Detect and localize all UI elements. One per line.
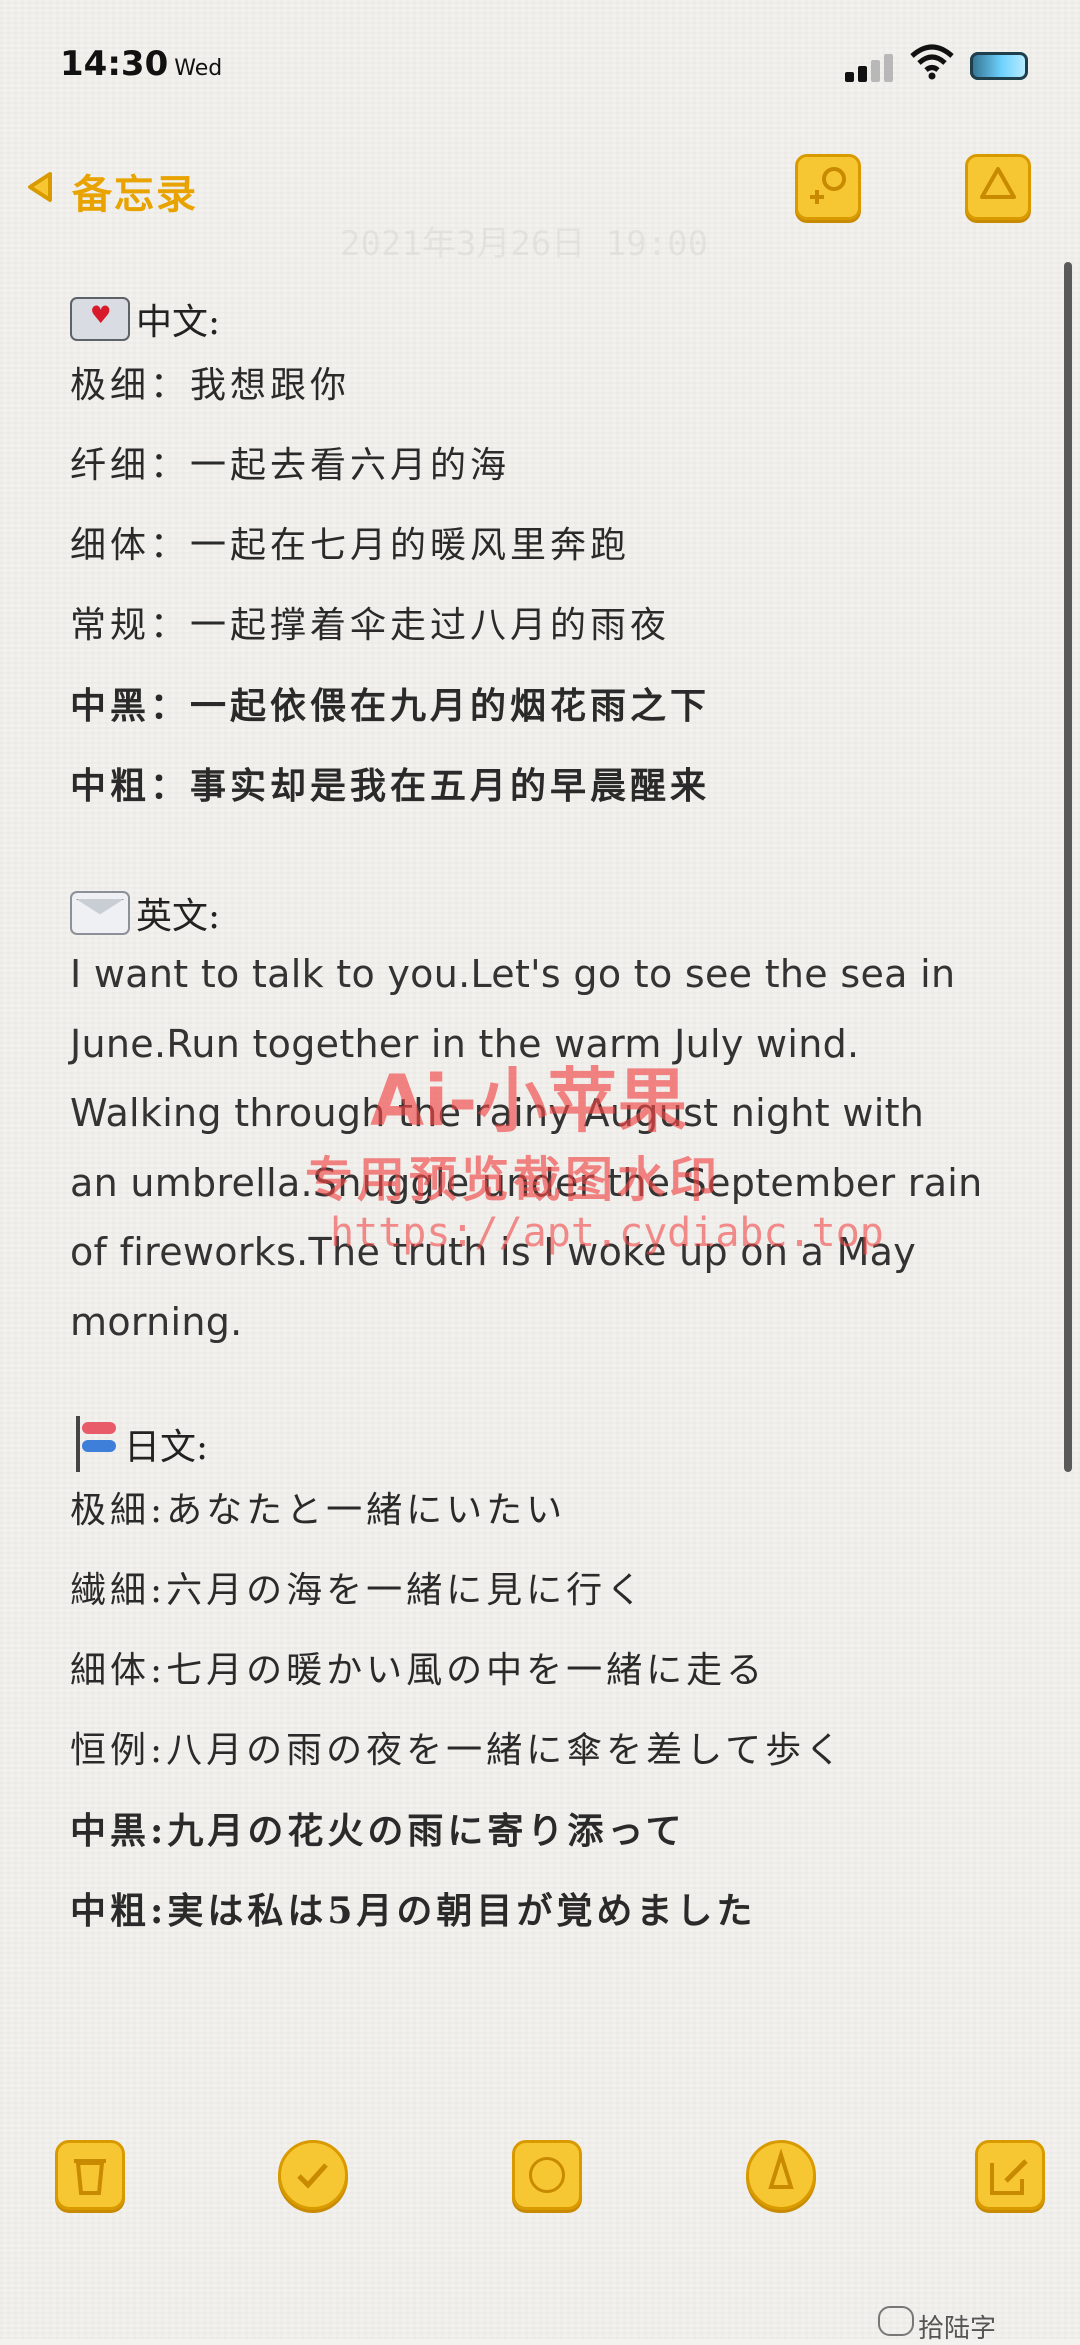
japanese-line: 繊細:六月の海を一緒に見に行く	[70, 1570, 647, 1611]
carp-streamer-icon	[70, 1416, 118, 1472]
english-section-heading: 英文:	[70, 886, 1030, 940]
more-icon	[980, 167, 1016, 199]
back-chevron-icon[interactable]	[24, 170, 58, 204]
chinese-lines: 极细：我想跟你 纤细：一起去看六月的海 细体：一起在七月的暖风里奔跑 常规：一起…	[70, 346, 1030, 826]
checklist-button[interactable]	[278, 2140, 348, 2210]
status-time: 14:30 Wed	[60, 44, 223, 84]
english-line: morning.	[70, 1299, 243, 1344]
japanese-line: 細体:七月の暖かい風の中を一緒に走る	[70, 1650, 767, 1691]
status-day: Wed	[174, 56, 223, 81]
bottom-toolbar	[0, 2130, 1080, 2230]
nav-bar: 备忘录 2021年3月26日 19:00	[0, 150, 1080, 264]
footer-brand: 拾陆字	[918, 2314, 997, 2344]
heart-card-icon	[70, 297, 130, 341]
markup-button[interactable]	[746, 2140, 816, 2210]
wifi-icon	[910, 44, 954, 80]
trash-icon	[74, 2159, 106, 2195]
envelope-icon	[70, 891, 130, 935]
chinese-section-heading: 中文:	[70, 292, 1030, 346]
english-heading-text: 英文:	[136, 896, 221, 937]
chinese-line: 极细：我想跟你	[70, 365, 351, 406]
chinese-line: 常规：一起撑着伞走过八月的雨夜	[70, 605, 671, 646]
add-person-icon	[810, 167, 846, 204]
japanese-lines: 极細:あなたと一緒にいたい 繊細:六月の海を一緒に見に行く 細体:七月の暖かい風…	[70, 1471, 1030, 1951]
chinese-line: 中粗：事实却是我在五月的早晨醒来	[70, 765, 711, 807]
battery-icon	[970, 52, 1028, 80]
japanese-line: 恒例:八月の雨の夜を一緒に傘を差して歩く	[70, 1730, 846, 1771]
compose-icon	[990, 2159, 1028, 2195]
watermark-title: Ai-小苹果	[370, 1060, 688, 1142]
japanese-section-heading: 日文:	[70, 1416, 1030, 1472]
watermark-url: https://apt.cydiabc.top	[330, 1210, 884, 1256]
checkmark-icon	[297, 2163, 328, 2189]
chinese-line: 中黑：一起依偎在九月的烟花雨之下	[70, 685, 711, 727]
japanese-heading-text: 日文:	[124, 1427, 209, 1468]
chinese-line: 细体：一起在七月的暖风里奔跑	[70, 525, 631, 566]
chinese-line: 纤细：一起去看六月的海	[70, 445, 511, 486]
compose-button[interactable]	[975, 2140, 1045, 2210]
japanese-line: 极細:あなたと一緒にいたい	[70, 1490, 567, 1531]
more-options-button[interactable]	[965, 154, 1031, 220]
status-bar: 14:30 Wed	[0, 40, 1080, 90]
note-date: 2021年3月26日 19:00	[340, 224, 709, 264]
share-collaborate-button[interactable]	[795, 154, 861, 220]
back-button[interactable]: 备忘录	[72, 162, 198, 220]
english-line: I want to talk to you.Let's go to see th…	[70, 952, 956, 996]
delete-button[interactable]	[55, 2140, 125, 2210]
camera-button[interactable]	[512, 2140, 582, 2210]
cellular-signal-icon	[845, 52, 897, 82]
scrollbar[interactable]	[1064, 262, 1072, 1472]
watermark-subtitle: 专用预览截图水印	[305, 1152, 722, 1208]
japanese-line: 中黒:九月の花火の雨に寄り添って	[70, 1810, 686, 1852]
camera-icon	[529, 2157, 565, 2193]
wechat-icon	[878, 2306, 914, 2336]
pen-tip-icon	[768, 2148, 794, 2189]
chinese-heading-text: 中文:	[136, 302, 221, 343]
japanese-line: 中粗:実は私は5月の朝目が覚めました	[70, 1890, 757, 1932]
